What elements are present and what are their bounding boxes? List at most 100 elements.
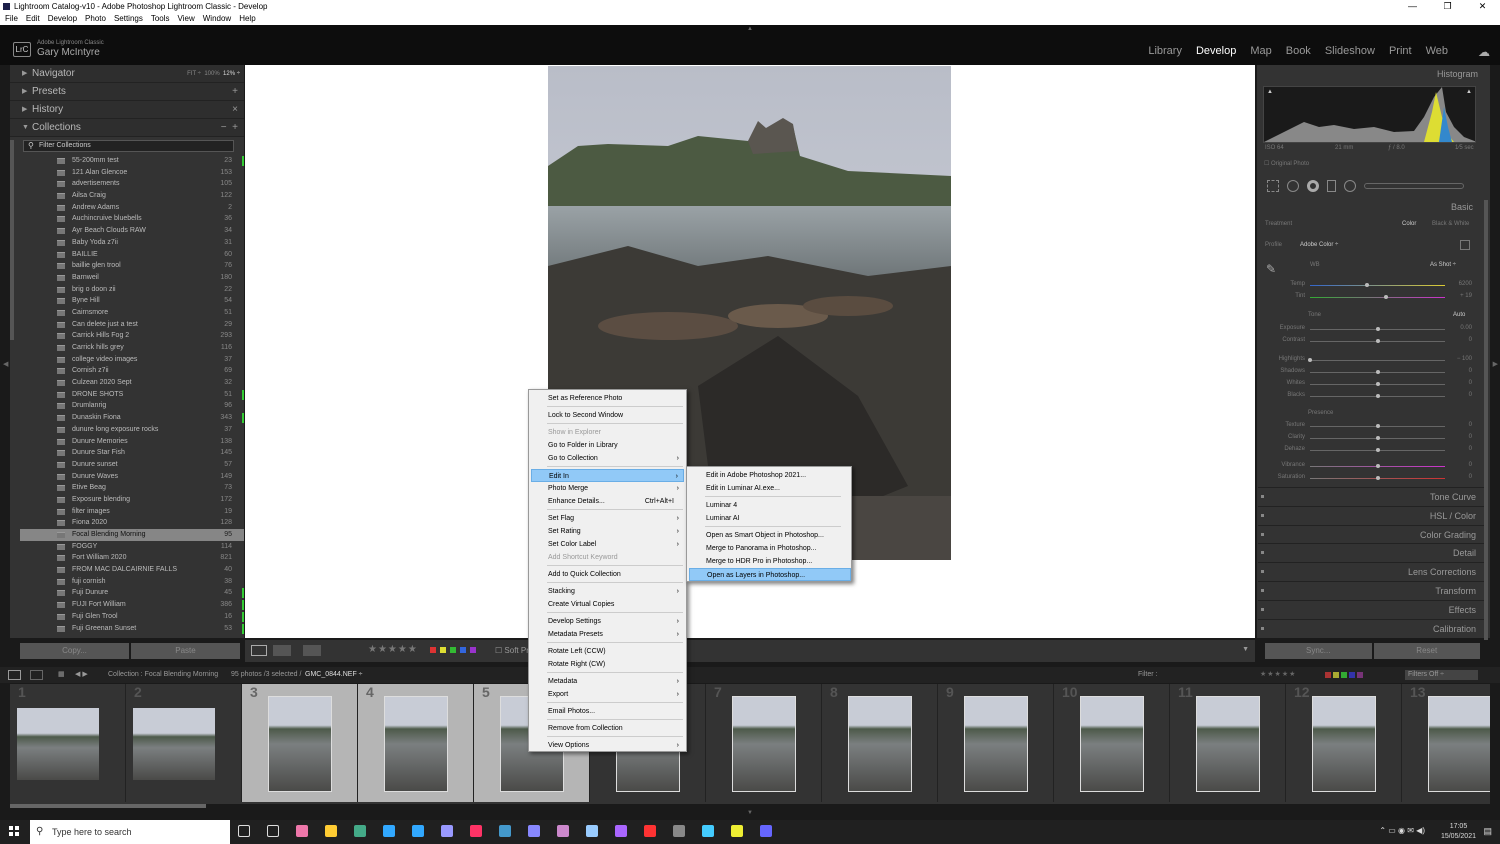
collection-item[interactable]: 55-200mm test 23	[20, 155, 244, 167]
task-view-icon[interactable]	[238, 825, 250, 837]
collection-item[interactable]: Baby Yoda z7ii 31	[20, 237, 244, 249]
menu-develop[interactable]: Develop	[48, 13, 77, 25]
photos-icon[interactable]	[296, 825, 308, 837]
filmstrip-cell[interactable]: 3	[242, 684, 358, 802]
slider-track[interactable]	[1310, 327, 1445, 331]
shadow-clipping-icon[interactable]: ▲	[1267, 89, 1273, 95]
menu-settings[interactable]: Settings	[114, 13, 143, 25]
menu-item-merge-to-hdr-pro-in-photoshop[interactable]: Merge to HDR Pro in Photoshop...	[689, 555, 851, 568]
collection-item[interactable]: Drumlanrig 96	[20, 400, 244, 412]
collapse-top-icon[interactable]: ▲	[747, 26, 753, 32]
menu-edit[interactable]: Edit	[26, 13, 40, 25]
histogram-header[interactable]: Histogram	[1437, 69, 1478, 79]
slider-track[interactable]	[1310, 295, 1445, 299]
timeline-icon[interactable]	[267, 825, 279, 837]
start-button[interactable]	[9, 826, 19, 836]
slider-track[interactable]	[1310, 424, 1445, 428]
section-effects[interactable]: Effects	[1258, 599, 1488, 618]
chrome-icon[interactable]	[354, 825, 366, 837]
menu-item-export[interactable]: Export ›	[531, 688, 684, 701]
filmstrip-cell[interactable]: 10	[1054, 684, 1170, 802]
collection-item[interactable]: Cornish z7ii 69	[20, 365, 244, 377]
slider-knob[interactable]	[1383, 295, 1388, 299]
module-web[interactable]: Web	[1426, 45, 1448, 57]
slider-value[interactable]: 0	[1450, 446, 1472, 452]
menu-item-enhance-details[interactable]: Enhance Details... Ctrl+Alt+I	[531, 495, 684, 508]
paste-button[interactable]: Paste	[131, 643, 240, 659]
collection-item[interactable]: fuji cornish 38	[20, 576, 244, 588]
maximize-button[interactable]: ❐	[1430, 0, 1465, 13]
menu-item-go-to-folder-in-library[interactable]: Go to Folder in Library	[531, 439, 684, 452]
module-map[interactable]: Map	[1250, 45, 1271, 57]
close-button[interactable]: ✕	[1465, 0, 1500, 13]
spot-removal-icon[interactable]	[1287, 180, 1299, 192]
slider-track[interactable]	[1310, 476, 1445, 480]
main-window-button[interactable]	[8, 670, 21, 680]
collection-item[interactable]: Cairnsmore 51	[20, 307, 244, 319]
slider-track[interactable]	[1310, 283, 1445, 287]
basic-header[interactable]: Basic	[1451, 202, 1473, 212]
filter-colors[interactable]	[1325, 672, 1363, 678]
navigator-header[interactable]: ▶ Navigator FIT ÷ 100% 12% ÷	[10, 65, 244, 83]
loupe-view-button[interactable]	[251, 645, 267, 656]
menu-photo[interactable]: Photo	[85, 13, 106, 25]
cloud-icon[interactable]: ☁	[1478, 45, 1490, 59]
crop-tool-icon[interactable]	[1267, 180, 1279, 192]
slider-knob[interactable]	[1375, 370, 1380, 374]
collection-item[interactable]: Fort William 2020 821	[20, 552, 244, 564]
wb-eyedropper-icon[interactable]: ✎	[1266, 262, 1276, 276]
red-eye-icon[interactable]	[1307, 180, 1319, 192]
collection-item[interactable]: Fuji Greenan Sunset 53	[20, 623, 244, 635]
collection-item[interactable]: BAILLIE 60	[20, 249, 244, 261]
menu-item-develop-settings[interactable]: Develop Settings ›	[531, 615, 684, 628]
filter-collections-input[interactable]: ⚲ Filter Collections	[23, 140, 234, 152]
collection-item[interactable]: 121 Alan Glencoe 153	[20, 167, 244, 179]
collection-item[interactable]: Can delete just a test 29	[20, 319, 244, 331]
collection-item[interactable]: Fiona 2020 128	[20, 517, 244, 529]
collection-item[interactable]: Focal Blending Morning 95	[20, 529, 244, 541]
slider-value[interactable]: − 100	[1450, 356, 1472, 362]
menu-item-edit-in-luminar-ai-exe[interactable]: Edit in Luminar AI.exe...	[689, 482, 851, 495]
slider-knob[interactable]	[1375, 424, 1380, 428]
system-tray-icons[interactable]: ⌃ ▭ ◉ ✉ ◀)	[1379, 826, 1425, 835]
collection-item[interactable]: dunure long exposure rocks 37	[20, 424, 244, 436]
thumbnail[interactable]	[384, 696, 448, 792]
compare-button[interactable]	[303, 645, 321, 656]
thumbnail[interactable]	[268, 696, 332, 792]
grid-view-icon[interactable]: ▦	[58, 667, 65, 683]
menu-item-set-color-label[interactable]: Set Color Label ›	[531, 538, 684, 551]
adjustment-brush-icon[interactable]	[1364, 183, 1464, 189]
menu-item-remove-from-collection[interactable]: Remove from Collection	[531, 722, 684, 735]
menu-item-lock-to-second-window[interactable]: Lock to Second Window	[531, 409, 684, 422]
filmstrip-cell[interactable]: 12	[1286, 684, 1402, 802]
menu-item-set-as-reference-photo[interactable]: Set as Reference Photo	[531, 392, 684, 405]
right-scrollbar[interactable]	[1484, 200, 1488, 640]
slider-knob[interactable]	[1308, 358, 1312, 362]
menu-item-set-rating[interactable]: Set Rating ›	[531, 525, 684, 538]
section-detail[interactable]: Detail	[1258, 543, 1488, 562]
filename[interactable]: GMC_0844.NEF ÷	[305, 667, 363, 683]
minimize-button[interactable]: —	[1395, 0, 1430, 13]
filmstrip-cell[interactable]: 8	[822, 684, 938, 802]
soft-proof-toggle[interactable]: ☐ Soft Pr	[495, 646, 529, 655]
acrobat-icon[interactable]	[644, 825, 656, 837]
slider-track[interactable]	[1310, 464, 1445, 468]
before-after-button[interactable]	[273, 645, 291, 656]
premiere-icon[interactable]	[441, 825, 453, 837]
filmstrip-cell[interactable]: 9	[938, 684, 1054, 802]
section-hsl-color[interactable]: HSL / Color	[1258, 505, 1488, 524]
menu-item-open-as-layers-in-photoshop[interactable]: Open as Layers in Photoshop...	[689, 568, 851, 581]
collapse-right-icon[interactable]: ▶	[1493, 360, 1498, 368]
collection-item[interactable]: Dunure Star Fish 145	[20, 447, 244, 459]
collection-item[interactable]: Etive Beag 73	[20, 482, 244, 494]
app-icon[interactable]	[673, 825, 685, 837]
slider-value[interactable]: 0	[1450, 462, 1472, 468]
filmstrip-scrollbar[interactable]	[10, 804, 206, 808]
slider-value[interactable]: 0	[1450, 368, 1472, 374]
slider-knob[interactable]	[1375, 436, 1380, 440]
menu-item-stacking[interactable]: Stacking ›	[531, 585, 684, 598]
histogram[interactable]: ▲ ▲	[1263, 86, 1476, 143]
indesign-icon[interactable]	[470, 825, 482, 837]
radial-filter-icon[interactable]	[1344, 180, 1356, 192]
slider-track[interactable]	[1308, 358, 1445, 362]
